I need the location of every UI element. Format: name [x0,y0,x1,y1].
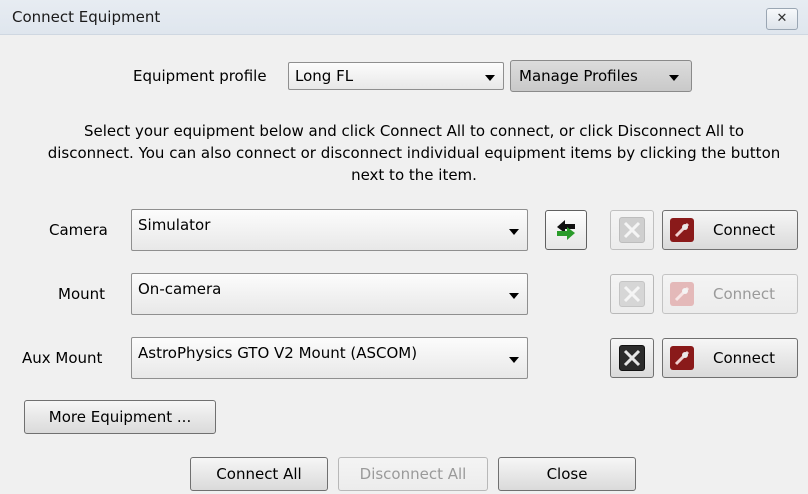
manage-profiles-button[interactable]: Manage Profiles [510,60,692,92]
window-title: Connect Equipment [12,8,161,26]
close-icon: ✕ [776,11,788,26]
equipment-profile-label: Equipment profile [133,67,267,85]
camera-select[interactable]: Simulator [131,209,528,251]
mount-setup-button[interactable] [610,274,654,314]
camera-setup-button[interactable] [610,210,654,250]
mount-connect-button[interactable]: Connect [662,274,798,314]
tools-icon [619,217,645,243]
chevron-down-icon [509,357,519,363]
close-button[interactable]: Close [498,457,636,491]
camera-value: Simulator [138,216,211,234]
instructions-text: Select your equipment below and click Co… [47,122,781,184]
swap-camera-button[interactable] [545,210,587,250]
aux-mount-setup-button[interactable] [610,338,654,378]
connect-all-button[interactable]: Connect All [190,457,328,491]
camera-label: Camera [49,221,108,239]
plug-icon [670,346,694,370]
more-equipment-button[interactable]: More Equipment ... [24,400,216,434]
manage-profiles-label: Manage Profiles [519,67,638,85]
mount-connect-label: Connect [713,285,776,303]
mount-select[interactable]: On-camera [131,273,528,315]
chevron-down-icon [485,75,495,81]
mount-value: On-camera [138,280,222,298]
tools-icon [619,345,645,371]
chevron-down-icon [509,293,519,299]
equipment-profile-select[interactable]: Long FL [288,62,504,90]
swap-arrows-icon [557,220,575,240]
chevron-down-icon [669,75,679,81]
plug-icon [670,218,694,242]
mount-label: Mount [58,285,106,303]
close-window-button[interactable]: ✕ [766,8,798,30]
aux-mount-connect-button[interactable]: Connect [662,338,798,378]
aux-mount-select[interactable]: AstroPhysics GTO V2 Mount (ASCOM) [131,337,528,379]
title-bar: Connect Equipment ✕ [0,0,808,35]
chevron-down-icon [509,229,519,235]
aux-mount-value: AstroPhysics GTO V2 Mount (ASCOM) [138,344,418,362]
tools-icon [619,281,645,307]
aux-mount-connect-label: Connect [713,349,776,367]
camera-connect-label: Connect [713,221,776,239]
aux-mount-label: Aux Mount [22,349,103,367]
connect-equipment-window: Connect Equipment ✕ Equipment profile Lo… [0,0,808,494]
equipment-profile-value: Long FL [295,67,354,85]
plug-icon [670,282,694,306]
disconnect-all-button[interactable]: Disconnect All [338,457,488,491]
camera-connect-button[interactable]: Connect [662,210,798,250]
